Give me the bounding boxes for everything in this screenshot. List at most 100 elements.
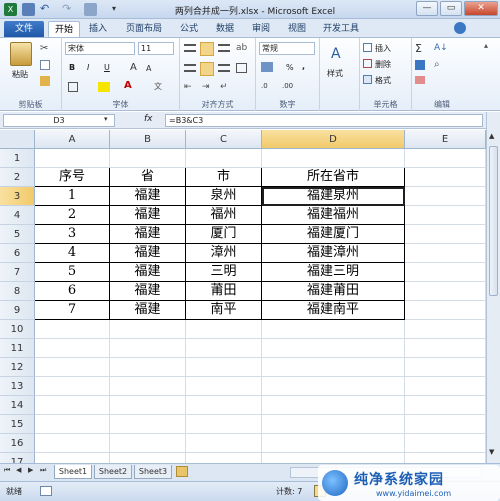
cell-a8[interactable]: 6 — [35, 282, 110, 301]
row-header-1[interactable]: 1 — [0, 149, 35, 168]
row-header-12[interactable]: 12 — [0, 358, 35, 377]
percent-button[interactable]: % — [286, 63, 294, 72]
clear-icon[interactable] — [415, 76, 425, 84]
cell-d17[interactable] — [262, 453, 405, 463]
cell-d13[interactable] — [262, 377, 405, 396]
cell-d3[interactable]: 福建泉州 — [262, 187, 405, 206]
cell-b8[interactable]: 福建 — [110, 282, 186, 301]
delete-cells-icon[interactable] — [363, 59, 372, 68]
row-header-3[interactable]: 3 — [0, 187, 35, 206]
copy-icon[interactable] — [40, 60, 50, 70]
tab-data[interactable]: 数据 — [208, 21, 242, 37]
increase-font-icon[interactable]: A — [130, 62, 142, 74]
cell-b17[interactable] — [110, 453, 186, 463]
close-button[interactable]: ✕ — [464, 1, 498, 16]
cell-b11[interactable] — [110, 339, 186, 358]
cell-c12[interactable] — [186, 358, 262, 377]
macro-record-icon[interactable] — [40, 486, 52, 496]
cell-d14[interactable] — [262, 396, 405, 415]
cell-c17[interactable] — [186, 453, 262, 463]
align-left-icon[interactable] — [184, 64, 196, 72]
cell-a6[interactable]: 4 — [35, 244, 110, 263]
last-sheet-icon[interactable]: ⏭ — [40, 466, 52, 478]
cell-c9[interactable]: 南平 — [186, 301, 262, 320]
cell-a17[interactable] — [35, 453, 110, 463]
sheet-tab-sheet2[interactable]: Sheet2 — [94, 465, 132, 479]
number-format-select[interactable]: 常规 — [259, 42, 315, 55]
formula-input[interactable]: =B3&C3 — [165, 114, 483, 127]
insert-button[interactable]: 插入 — [375, 43, 391, 54]
cell-e4[interactable] — [405, 206, 486, 225]
row-header-9[interactable]: 9 — [0, 301, 35, 320]
cell-a2[interactable]: 序号 — [35, 168, 110, 187]
insert-function-icon[interactable]: fx — [144, 114, 162, 126]
format-button[interactable]: 格式 — [375, 75, 391, 86]
sort-filter-icon[interactable]: A↓ — [434, 43, 448, 55]
cell-c2[interactable]: 市 — [186, 168, 262, 187]
phonetic-icon[interactable]: 文 — [154, 81, 166, 93]
cell-c10[interactable] — [186, 320, 262, 339]
row-header-11[interactable]: 11 — [0, 339, 35, 358]
column-header-a[interactable]: A — [35, 130, 110, 149]
row-header-13[interactable]: 13 — [0, 377, 35, 396]
cell-d7[interactable]: 福建三明 — [262, 263, 405, 282]
styles-button[interactable]: 样式 — [327, 68, 343, 79]
undo-icon[interactable]: ↶ — [40, 3, 53, 16]
cell-d10[interactable] — [262, 320, 405, 339]
cell-b10[interactable] — [110, 320, 186, 339]
cell-e13[interactable] — [405, 377, 486, 396]
row-header-10[interactable]: 10 — [0, 320, 35, 339]
worksheet-grid[interactable]: A B C D E 1 2 序号省市所在省市 3 1 福建 泉州 福建泉州 4 2 福建 福州 福建福州 5 3 福建厦… — [0, 130, 486, 463]
decrease-decimal-icon[interactable]: .00 — [282, 82, 294, 94]
sheet-tab-sheet3[interactable]: Sheet3 — [134, 465, 172, 479]
cell-e14[interactable] — [405, 396, 486, 415]
name-box[interactable]: D3 — [3, 114, 115, 127]
minimize-button[interactable]: — — [416, 1, 438, 16]
cell-e3[interactable] — [405, 187, 486, 206]
cell-a9[interactable]: 7 — [35, 301, 110, 320]
cell-e1[interactable] — [405, 149, 486, 168]
help-icon[interactable] — [454, 22, 466, 34]
bold-button[interactable]: B — [69, 63, 75, 72]
orientation-icon[interactable]: ab — [236, 43, 248, 55]
cell-d11[interactable] — [262, 339, 405, 358]
merge-center-icon[interactable] — [236, 63, 247, 73]
cell-a3[interactable]: 1 — [35, 187, 110, 206]
column-header-b[interactable]: B — [110, 130, 186, 149]
cell-c15[interactable] — [186, 415, 262, 434]
row-header-15[interactable]: 15 — [0, 415, 35, 434]
cell-e15[interactable] — [405, 415, 486, 434]
comma-button[interactable]: , — [302, 62, 305, 71]
font-color-icon[interactable]: A — [124, 80, 136, 92]
row-header-14[interactable]: 14 — [0, 396, 35, 415]
cell-a13[interactable] — [35, 377, 110, 396]
quick-access-dropdown-icon[interactable]: ▾ — [112, 3, 125, 16]
cell-a7[interactable]: 5 — [35, 263, 110, 282]
scroll-up-icon[interactable]: ▲ — [489, 132, 500, 144]
cell-e9[interactable] — [405, 301, 486, 320]
cell-e2[interactable] — [405, 168, 486, 187]
restore-button[interactable]: ▭ — [440, 1, 462, 16]
cell-a1[interactable] — [35, 149, 110, 168]
cell-e16[interactable] — [405, 434, 486, 453]
cell-c14[interactable] — [186, 396, 262, 415]
row-header-6[interactable]: 6 — [0, 244, 35, 263]
cut-icon[interactable]: ✂ — [40, 43, 52, 55]
cell-c6[interactable]: 漳州 — [186, 244, 262, 263]
cell-c16[interactable] — [186, 434, 262, 453]
row-header-2[interactable]: 2 — [0, 168, 35, 187]
tab-review[interactable]: 审阅 — [244, 21, 278, 37]
cell-b2[interactable]: 省 — [110, 168, 186, 187]
autosum-icon[interactable]: Σ — [415, 42, 427, 55]
cell-a11[interactable] — [35, 339, 110, 358]
print-preview-icon[interactable] — [84, 3, 97, 16]
cell-d9[interactable]: 福建南平 — [262, 301, 405, 320]
next-sheet-icon[interactable]: ▶ — [28, 466, 40, 478]
redo-icon[interactable]: ↷ — [62, 3, 75, 16]
cell-e6[interactable] — [405, 244, 486, 263]
first-sheet-icon[interactable]: ⏮ — [4, 466, 16, 478]
row-header-16[interactable]: 16 — [0, 434, 35, 453]
tab-view[interactable]: 视图 — [280, 21, 314, 37]
ribbon-collapse-icon[interactable]: ▴ — [484, 41, 496, 53]
cell-c11[interactable] — [186, 339, 262, 358]
